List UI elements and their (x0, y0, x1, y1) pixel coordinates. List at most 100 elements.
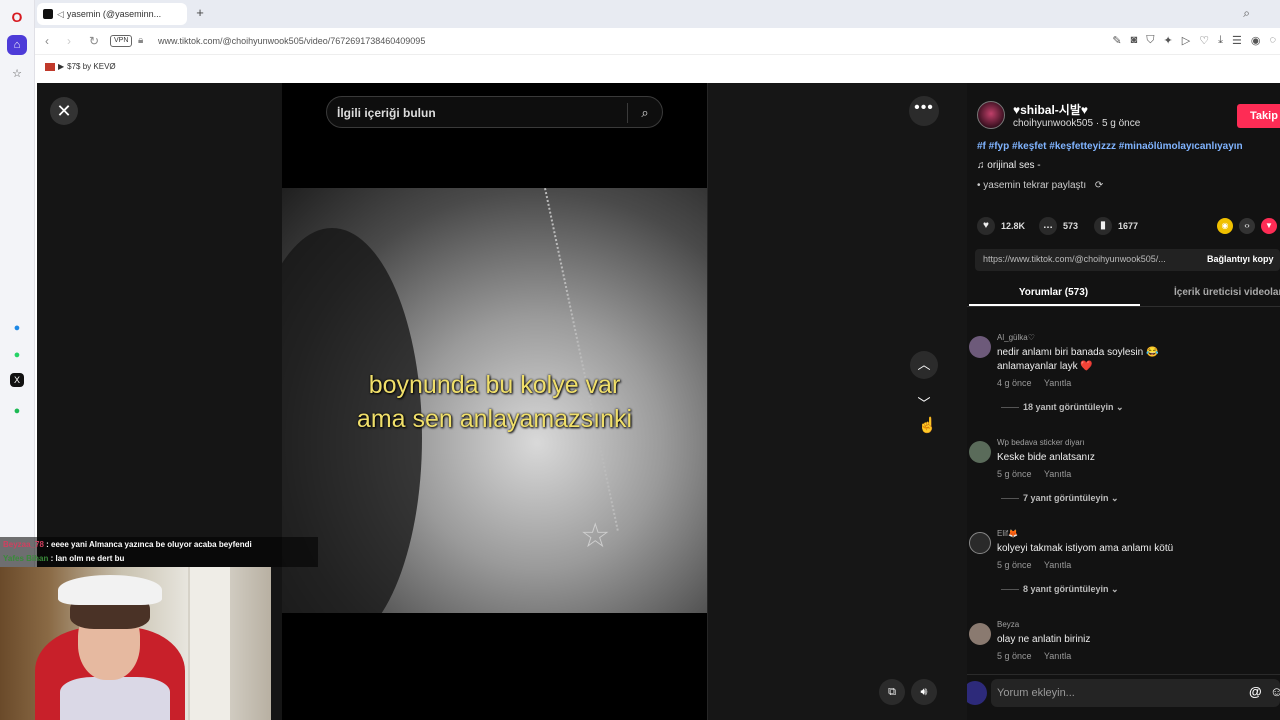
spotify-icon[interactable]: ● (7, 401, 27, 421)
new-tab-button[interactable]: + (193, 6, 207, 20)
commenter-name[interactable]: Elif🦊 (997, 529, 1018, 538)
whatsapp-icon[interactable]: ● (7, 345, 27, 365)
commenter-avatar[interactable] (969, 623, 991, 645)
author-avatar[interactable] (977, 101, 1005, 129)
panel-tabs: Yorumlar (573) İçerik üreticisi videolar… (967, 281, 1280, 307)
url-field[interactable]: www.tiktok.com/@choihyunwook505/video/76… (158, 36, 425, 46)
shield-icon[interactable]: ⛉ (1146, 34, 1154, 47)
save-stat[interactable]: ▮ 1677 (1094, 217, 1138, 235)
tab-comments[interactable]: Yorumlar (573) (967, 287, 1140, 298)
home-icon[interactable]: ⌂ (7, 35, 27, 55)
search-bar: ⌕ (326, 96, 663, 128)
more-options-button[interactable]: ••• (909, 96, 939, 126)
commenter-avatar[interactable] (969, 532, 991, 554)
volume-icon[interactable]: 🔊︎ (911, 679, 937, 705)
comment-icon: … (1039, 217, 1057, 235)
forward-icon[interactable]: › (67, 34, 71, 48)
music-row[interactable]: ♫ orijinal ses - (977, 160, 1041, 171)
comment-time: 4 g önce (997, 378, 1032, 388)
send-icon[interactable]: ▼ (1261, 218, 1277, 234)
view-replies-button[interactable]: 8 yanıt görüntüleyin ⌄ (1001, 584, 1119, 595)
commenter-avatar[interactable] (969, 336, 991, 358)
webcam-door (188, 567, 230, 720)
comment-time: 5 g önce (997, 560, 1032, 570)
emoji-icon[interactable]: ☺ (1270, 684, 1280, 699)
search-divider (627, 103, 628, 123)
commenter-name[interactable]: Al_gülka♡ (997, 333, 1035, 342)
profile-icon[interactable]: ◉ (1251, 34, 1261, 47)
comment-text: kolyeyi takmak istiyom ama anlamı kötü (997, 543, 1174, 554)
bookmark-item[interactable]: ▶ $7$ by KEVØ (45, 62, 116, 71)
comment-stat[interactable]: … 573 (1039, 217, 1078, 235)
search-input[interactable] (337, 104, 617, 122)
commenter-name[interactable]: Wp bedava sticker diyarı (997, 438, 1085, 447)
back-icon[interactable]: ‹ (45, 34, 49, 48)
previous-video-button[interactable]: ︿ (910, 351, 938, 379)
extension-icon[interactable]: ✦ (1164, 34, 1173, 47)
opera-logo-icon[interactable]: O (7, 7, 27, 27)
tab-creator-videos[interactable]: İçerik üreticisi videoları (1174, 287, 1280, 298)
comment-time: 5 g önce (997, 651, 1032, 661)
author-display-name[interactable]: ♥shibal-시발♥ (1013, 101, 1088, 118)
vpn-badge[interactable]: VPN (110, 35, 133, 47)
necklace-chain (544, 188, 621, 531)
coin-share-icon[interactable]: ◉ (1217, 218, 1233, 234)
comment-meta: 4 g önce Yanıtla (997, 378, 1081, 388)
messenger-icon[interactable]: ● (7, 318, 27, 338)
bookmarks-bar: ▶ $7$ by KEVØ (35, 55, 1280, 81)
comments-list: Al_gülka♡ nedir anlamı biri banada soyle… (967, 328, 1280, 668)
x-twitter-icon[interactable]: X (10, 373, 24, 387)
play-icon[interactable]: ▷ (1182, 34, 1190, 47)
view-replies-button[interactable]: 18 yanıt görüntüleyin ⌄ (1001, 402, 1124, 413)
author-meta[interactable]: choihyunwook505 · 5 g önce (1013, 118, 1140, 129)
view-replies-button[interactable]: 7 yanıt görüntüleyin ⌄ (1001, 493, 1119, 504)
follow-button[interactable]: Takip (1237, 104, 1280, 128)
search-tabs-icon[interactable]: ⌕ (1243, 6, 1250, 21)
embed-icon[interactable]: ‹› (1239, 218, 1255, 234)
reply-button[interactable]: Yanıtla (1044, 651, 1071, 661)
address-bar: ‹ › ↻ VPN 🔒︎ www.tiktok.com/@choihyunwoo… (35, 28, 1280, 55)
save-count: 1677 (1118, 221, 1139, 231)
my-avatar (967, 681, 987, 705)
reply-button[interactable]: Yanıtla (1044, 560, 1071, 570)
star-icon[interactable]: ☆ (7, 63, 27, 83)
close-button[interactable]: ✕ (50, 97, 78, 125)
comment-input[interactable] (997, 684, 1217, 702)
tab-active-indicator (969, 304, 1140, 306)
chat-message: Yafes Bihan : lan olm ne dert bu (3, 554, 124, 563)
share-link-box: https://www.tiktok.com/@choihyunwook505/… (975, 249, 1280, 271)
comment-count: 573 (1063, 221, 1079, 231)
mention-icon[interactable]: @ (1249, 684, 1262, 699)
floating-player-button[interactable]: ⧉ (879, 679, 905, 705)
reload-icon[interactable]: ↻ (89, 34, 99, 48)
camera-icon[interactable]: ◙ (1131, 34, 1138, 47)
search-icon[interactable]: ⌕ (635, 103, 655, 123)
hashtags[interactable]: #f #fyp #keşfet #keşfetteyizzz #minaölüm… (977, 141, 1243, 152)
heart-icon[interactable]: ♡ (1199, 34, 1209, 47)
snapshot-icon[interactable]: ◌ (1269, 34, 1276, 47)
repost-row: • yasemin tekrar paylaştı ⟳ (977, 180, 1103, 191)
menu-icon[interactable]: ☰ (1232, 34, 1242, 47)
caption-line-2: ama sen anlayamazsınki (356, 405, 633, 433)
commenter-name[interactable]: Beyza (997, 620, 1019, 629)
tiktok-favicon-icon (43, 9, 53, 19)
commenter-avatar[interactable] (969, 441, 991, 463)
heart-icon: ♥ (977, 217, 995, 235)
chat-user: Beyzaa_78 (3, 540, 44, 549)
next-video-button[interactable]: ﹀ (910, 390, 938, 418)
lock-icon[interactable]: 🔒︎ (138, 35, 143, 46)
copy-link-button[interactable]: Bağlantıyı kopy (1207, 254, 1274, 264)
repost-icon: ⟳ (1094, 180, 1104, 191)
reply-button[interactable]: Yanıtla (1044, 469, 1071, 479)
edit-icon[interactable]: ✎ (1112, 34, 1121, 47)
comment-time: 5 g önce (997, 469, 1032, 479)
play-icon: ▶ (58, 62, 65, 71)
music-title: orijinal ses - (987, 160, 1041, 171)
browser-tab[interactable]: ◁ yasemin (@yaseminn... (37, 3, 187, 25)
comment-meta: 5 g önce Yanıtla (997, 560, 1081, 570)
details-panel: ♥shibal-시발♥ choihyunwook505 · 5 g önce T… (967, 83, 1280, 720)
share-link-url[interactable]: https://www.tiktok.com/@choihyunwook505/… (983, 254, 1166, 264)
like-stat[interactable]: ♥ 12.8K (977, 217, 1025, 235)
download-icon[interactable]: ⤓ (1218, 34, 1223, 47)
reply-button[interactable]: Yanıtla (1044, 378, 1071, 388)
